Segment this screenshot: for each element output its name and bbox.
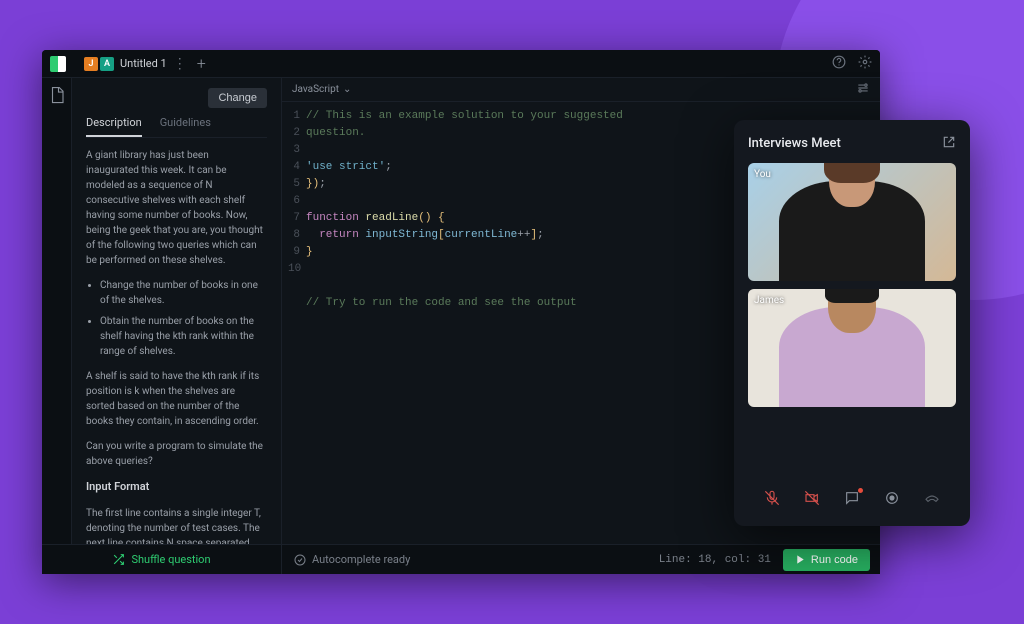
description-paragraph: The first line contains a single integer… <box>86 506 263 545</box>
titlebar: J A Untitled 1 ⋮ + <box>42 50 880 78</box>
shuffle-button[interactable]: Shuffle question <box>42 545 282 574</box>
call-controls <box>748 484 956 512</box>
language-label: JavaScript <box>292 84 339 95</box>
tab-description[interactable]: Description <box>86 116 142 137</box>
status-bar: Shuffle question Autocomplete ready Line… <box>42 544 880 574</box>
change-button[interactable]: Change <box>208 88 267 108</box>
shuffle-label: Shuffle question <box>131 553 210 566</box>
video-feed-participant[interactable]: James <box>748 289 956 407</box>
settings-icon[interactable] <box>858 54 872 73</box>
collaborator-avatars: J A <box>84 57 114 71</box>
hangup-icon[interactable] <box>924 490 940 510</box>
help-icon[interactable] <box>832 54 846 73</box>
description-list-item: Obtain the number of books on the shelf … <box>100 314 263 359</box>
line-gutter: 12345678910 <box>282 108 306 544</box>
camera-off-icon[interactable] <box>804 490 820 510</box>
microphone-muted-icon[interactable] <box>764 490 780 510</box>
language-selector[interactable]: JavaScript ⌄ <box>292 84 351 95</box>
document-icon[interactable] <box>48 86 66 104</box>
file-sidebar <box>42 78 72 544</box>
input-format-heading: Input Format <box>86 479 263 496</box>
app-logo[interactable] <box>50 56 66 72</box>
chevron-down-icon: ⌄ <box>343 84 351 95</box>
description-paragraph: A giant library has just been inaugurate… <box>86 148 263 268</box>
editor-settings-icon[interactable] <box>856 80 870 99</box>
new-tab-button[interactable]: + <box>197 54 206 73</box>
editor-toolbar: JavaScript ⌄ <box>282 78 880 102</box>
video-panel-title: Interviews Meet <box>748 136 841 151</box>
problem-panel: Change Description Guidelines A giant li… <box>72 78 282 544</box>
panel-tabs: Description Guidelines <box>86 116 267 138</box>
chat-icon[interactable] <box>844 490 860 510</box>
problem-description: A giant library has just been inaugurate… <box>86 148 267 544</box>
notification-dot <box>858 488 863 493</box>
run-label: Run code <box>811 554 858 566</box>
autocomplete-label: Autocomplete ready <box>312 553 410 566</box>
record-icon[interactable] <box>884 490 900 510</box>
autocomplete-status: Autocomplete ready <box>282 553 659 566</box>
description-list-item: Change the number of books in one of the… <box>100 278 263 308</box>
video-panel-header: Interviews Meet <box>748 134 956 153</box>
cursor-position: Line: 18, col: 31 <box>659 554 771 566</box>
video-tag: You <box>754 169 771 180</box>
person-silhouette <box>779 307 925 407</box>
tab-menu-icon[interactable]: ⋮ <box>173 56 187 72</box>
external-link-icon[interactable] <box>942 134 956 153</box>
description-paragraph: A shelf is said to have the kth rank if … <box>86 369 263 429</box>
description-paragraph: Can you write a program to simulate the … <box>86 439 263 469</box>
run-code-button[interactable]: Run code <box>783 549 870 571</box>
tab-guidelines[interactable]: Guidelines <box>160 116 211 137</box>
video-call-panel: Interviews Meet You James <box>734 120 970 526</box>
video-tag: James <box>754 295 784 306</box>
avatar[interactable]: J <box>84 57 98 71</box>
document-title[interactable]: Untitled 1 <box>120 57 167 70</box>
avatar[interactable]: A <box>100 57 114 71</box>
video-feed-self[interactable]: You <box>748 163 956 281</box>
person-silhouette <box>779 181 925 281</box>
